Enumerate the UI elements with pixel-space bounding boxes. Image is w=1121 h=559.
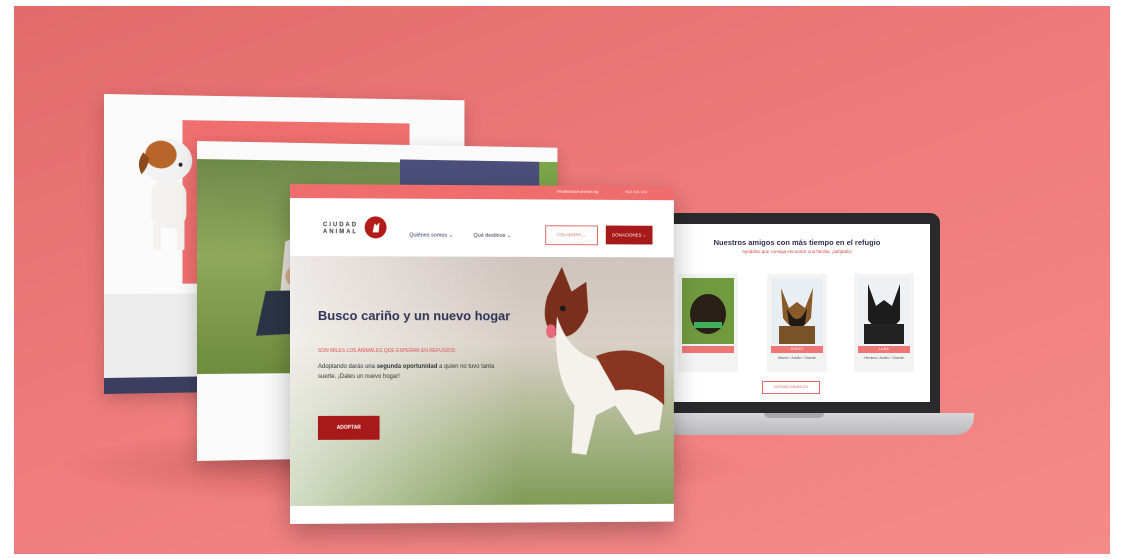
colabora-label: COLABORA [557,232,582,238]
mockup-background: Nuestros amigos con más tiempo en el ref… [14,6,1110,554]
phone-text[interactable]: 913 213 124 [625,189,647,194]
animal-name-band [682,346,734,353]
chevron-down-icon: ⌄ [506,232,512,239]
logo-icon [364,216,387,239]
animal-card[interactable]: ROCKY Macho / Adulto / Grande [767,274,827,372]
chevron-down-icon: ⌄ [582,232,587,238]
nav-bar: CIUDAD ANIMAL Quiénes somos ⌄ Qué destin… [290,198,674,258]
adoptar-button[interactable]: ADOPTAR [317,415,380,440]
nav-item-quienes-somos[interactable]: Quiénes somos ⌄ [409,233,453,239]
hero-section: Busco cariño y un nuevo hogar SON MILES … [290,256,674,506]
logo-line-2: ANIMAL [322,229,359,236]
black-shepherd-photo [858,278,910,344]
animal-meta: Hembra / Adulto / Grande [864,356,904,360]
animal-card[interactable]: LUNA Hembra / Adulto / Grande [854,274,914,372]
chevron-down-icon: ⌄ [642,232,647,238]
laptop-screen: Nuestros amigos con más tiempo en el ref… [664,224,930,402]
hero-title: Busco cariño y un nuevo hogar [317,308,511,324]
animal-name-band: LUNA [858,346,910,353]
hero-body-prefix: Adoptando darás una [317,363,377,370]
colabora-button[interactable]: COLABORA ⌄ [545,225,598,246]
dog-photo [682,278,734,344]
german-shepherd-photo [771,278,823,344]
email-text[interactable]: info@ciudad-animal.org [557,189,598,194]
laptop-notch [764,413,824,418]
nav-item-que-destinos[interactable]: Qué destinos ⌄ [473,233,511,239]
animal-card[interactable] [678,274,738,372]
page-bottom [290,503,674,524]
animal-name-band: ROCKY [771,346,823,353]
hero-body: Adoptando darás una segunda oportunidad … [318,362,506,382]
laptop-section-subtitle: Ayúdalos que consiga encontrar una famil… [742,249,852,254]
hero-kicker: SON MILES LOS ANIMALES QUE ESPERAN EN RE… [317,348,456,354]
logo[interactable]: CIUDAD ANIMAL [323,222,358,236]
chevron-down-icon: ⌄ [448,232,454,239]
nav-item-label: Quiénes somos [409,232,448,239]
jack-russell-image [139,138,193,250]
border-collie-image [544,266,665,455]
hero-body-bold: segunda oportunidad [376,363,438,370]
front-page: info@ciudad-animal.org 913 213 124 CIUDA… [290,184,674,524]
animal-meta: Macho / Adulto / Grande [778,356,816,360]
laptop-section-title: Nuestros amigos con más tiempo en el ref… [713,238,881,247]
donaciones-label: DONACIONES [611,232,642,238]
see-more-animals-button[interactable]: VER MÁS ANIMALES [762,381,820,394]
donaciones-button[interactable]: DONACIONES ⌄ [605,225,653,245]
nav-item-label: Qué destinos [473,232,506,239]
